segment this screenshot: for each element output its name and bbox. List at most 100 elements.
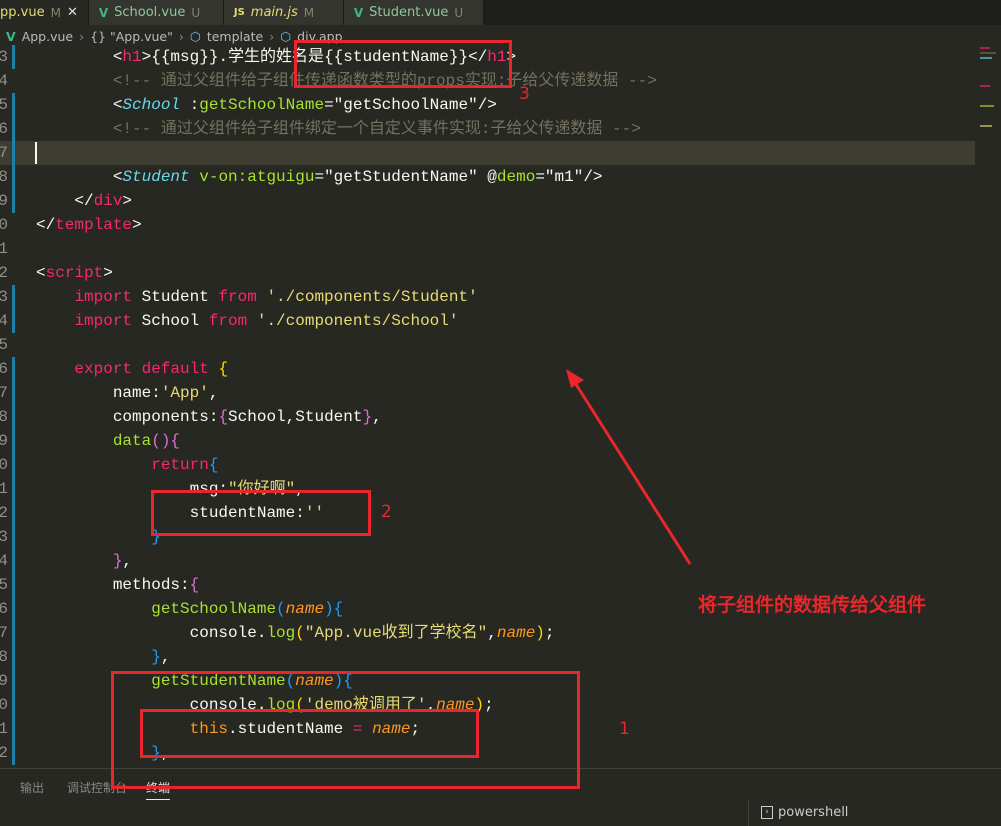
code-token: , (160, 648, 171, 666)
code-token: name (285, 600, 325, 618)
code-token: v-on: (189, 168, 248, 186)
code-token: './components/Student' (256, 288, 478, 306)
line-number: 4 (0, 72, 8, 90)
cube-icon: ⬡ (189, 28, 201, 44)
code-text: console.log("App.vue收到了学校名",name); (36, 621, 555, 645)
code-token: export (74, 360, 133, 378)
status-badge: M (303, 5, 315, 20)
code-token: name (496, 624, 536, 642)
line-number: 3 (0, 528, 8, 546)
code-token: () (151, 432, 171, 450)
code-token: demo (496, 168, 536, 186)
status-badge: U (454, 5, 464, 20)
code-line[interactable]: 2 <script> (0, 261, 975, 285)
tab-main-js[interactable]: JS main.js M (223, 0, 344, 25)
code-token: } (112, 552, 123, 570)
code-line[interactable]: 1 (0, 237, 975, 261)
code-line[interactable]: 5 <School :getSchoolName="getSchoolName"… (0, 93, 975, 117)
code-text: </div> (36, 189, 132, 213)
panel-tab-output[interactable]: 输出 (20, 779, 44, 796)
code-token: from (218, 288, 257, 306)
code-line[interactable]: 6 export default { (0, 357, 975, 381)
terminal-powershell[interactable]: › powershell (748, 799, 848, 826)
code-text: <School :getSchoolName="getSchoolName"/> (36, 93, 497, 117)
code-token: script (45, 264, 104, 282)
line-number: 0 (0, 216, 8, 234)
code-token: < (36, 264, 46, 282)
code-token: "App.vue收到了学校名" (304, 624, 488, 642)
code-line[interactable]: 0 return{ (0, 453, 975, 477)
code-text: methods:{ (36, 573, 199, 597)
git-change-marker (12, 597, 15, 621)
code-line[interactable]: 8 <Student v-on:atguigu="getStudentName"… (0, 165, 975, 189)
tab-app-vue[interactable]: pp.vue M ✕ (0, 0, 89, 25)
git-change-marker (12, 405, 15, 429)
git-change-marker (12, 381, 15, 405)
line-number: 3 (0, 48, 8, 66)
code-text: export default { (36, 357, 228, 381)
code-token: components: (36, 408, 219, 426)
line-number: 7 (0, 384, 8, 402)
line-number: 5 (0, 336, 8, 354)
git-change-marker (12, 357, 15, 381)
code-token: School,Student (228, 408, 363, 426)
code-text: data(){ (36, 429, 180, 453)
code-line[interactable]: 0 </template> (0, 213, 975, 237)
vue-icon: V (6, 28, 16, 44)
code-editor[interactable]: 3 <h1>{{msg}}.学生的姓名是{{studentName}}</h1>… (0, 45, 975, 768)
git-change-marker (12, 477, 15, 501)
code-line[interactable]: 2 studentName:'' (0, 501, 975, 525)
minimap[interactable] (978, 45, 1001, 185)
code-line[interactable]: 7 console.log("App.vue收到了学校名",name); (0, 621, 975, 645)
line-number: 9 (0, 432, 8, 450)
code-line[interactable]: 4 import School from './components/Schoo… (0, 309, 975, 333)
code-line[interactable]: 7 (0, 141, 975, 165)
annotation-box-2 (151, 490, 371, 536)
git-change-marker (12, 621, 15, 645)
git-change-marker (12, 261, 15, 285)
code-line[interactable]: 5 (0, 333, 975, 357)
code-line[interactable]: 3 import Student from './components/Stud… (0, 285, 975, 309)
code-line[interactable]: 8 }, (0, 645, 975, 669)
git-change-marker (12, 501, 15, 525)
code-token: { (189, 576, 200, 594)
line-number: 6 (0, 120, 8, 138)
code-line[interactable]: 1 msg:"你好啊", (0, 477, 975, 501)
code-line[interactable]: 6 <!-- 通过父组件给子组件绑定一个自定义事件实现:子给父传递数据 --> (0, 117, 975, 141)
code-token: < (36, 96, 123, 114)
breadcrumb-item[interactable]: {} "App.vue" (90, 29, 173, 44)
line-number: 2 (0, 264, 8, 282)
code-text: return{ (36, 453, 218, 477)
code-token: from (208, 312, 248, 330)
code-line[interactable]: 3 } (0, 525, 975, 549)
line-number: 6 (0, 360, 8, 378)
code-line[interactable]: 8 components:{School,Student}, (0, 405, 975, 429)
code-token: > (132, 216, 142, 234)
code-text: name:'App', (36, 381, 219, 405)
code-token: getSchoolName (199, 96, 325, 114)
git-change-marker (12, 549, 15, 573)
code-token: name: (36, 384, 161, 402)
status-badge: M (50, 5, 61, 20)
breadcrumb-item[interactable]: template (207, 29, 263, 44)
git-change-marker (12, 669, 15, 693)
code-text: }, (36, 645, 170, 669)
tab-school-vue[interactable]: V School.vue U (88, 0, 224, 25)
code-line[interactable]: 4 }, (0, 549, 975, 573)
code-line[interactable]: 9 data(){ (0, 429, 975, 453)
code-line[interactable]: 9 </div> (0, 189, 975, 213)
code-text: import School from './components/School' (36, 309, 458, 333)
code-token: </ (36, 216, 56, 234)
breadcrumb-item[interactable]: App.vue (22, 29, 73, 44)
code-line[interactable]: 7 name:'App', (0, 381, 975, 405)
code-token: { (170, 432, 181, 450)
close-icon[interactable]: ✕ (67, 5, 78, 20)
tab-student-vue[interactable]: V Student.vue U (343, 0, 484, 25)
code-token: ="getSchoolName"/> (324, 96, 497, 114)
code-token: 'App' (160, 384, 209, 402)
line-number: 2 (0, 744, 8, 762)
